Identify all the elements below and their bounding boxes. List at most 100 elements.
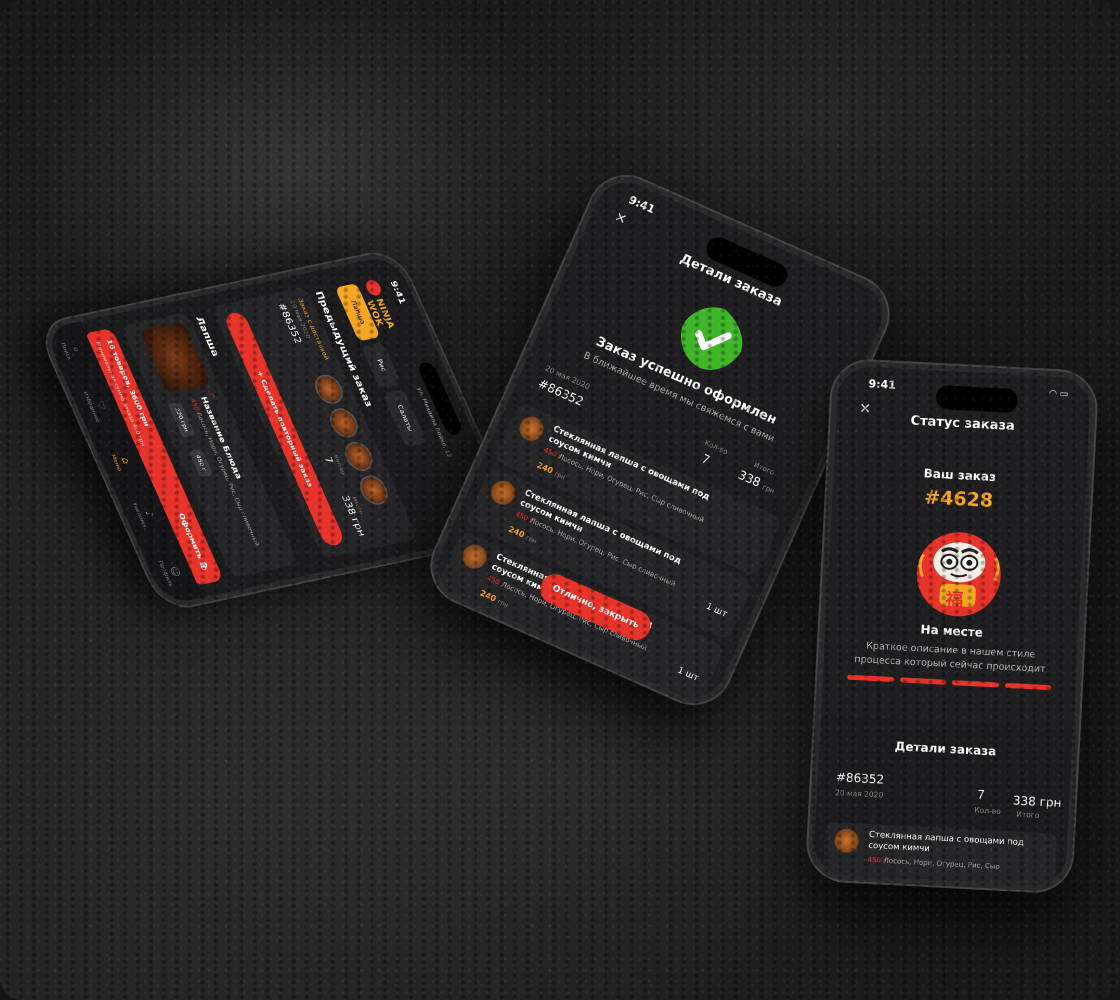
order-date: 20 мая 2020 xyxy=(834,788,884,800)
menu-screen: 9:41 NINJA WOK ул. Михаила Бойко, 12 Лап… xyxy=(42,254,518,606)
progress-bar xyxy=(847,674,1052,691)
order-total: 338 грн xyxy=(339,494,368,538)
wifi-battery-icon: ◠ ▭ xyxy=(1048,388,1069,400)
dish-thumbnail xyxy=(515,412,548,445)
dish-thumbnail xyxy=(340,439,378,474)
success-check-icon xyxy=(680,307,743,370)
item-price: 240 грн xyxy=(535,461,566,482)
progress-step xyxy=(847,674,894,683)
tab-favorites[interactable]: ♡ Избранное xyxy=(81,389,113,424)
dish-card[interactable]: 🌶 Название Блюда 450 г Лосось, Нори, Огу… xyxy=(120,311,299,579)
delivery-address[interactable]: ул. Михаила Бойко, 12 xyxy=(416,387,453,458)
dish-thumbnail xyxy=(834,828,860,854)
dish-image xyxy=(139,321,211,394)
item-name: Стеклянная лапша с овощами под соусом ки… xyxy=(518,488,683,567)
screen-title: Статус заказа xyxy=(910,413,1016,434)
dynamic-island xyxy=(702,233,792,291)
previous-order-card[interactable]: Заказ с доставкой 20 мая 2020 #86352 Кол… xyxy=(210,286,419,559)
dish-portion[interactable]: 450 г xyxy=(188,448,214,478)
contact-message: В ближайшее время мы свяжемся с вами xyxy=(581,350,777,445)
order-total: 338 грн xyxy=(1012,793,1062,810)
dynamic-island xyxy=(416,360,465,437)
item-ingredients: Лосось, Нори, Огурец, Рис, Сыр сливочный xyxy=(500,580,649,653)
item-weight: 450 г xyxy=(513,509,535,526)
order-number: #86352 xyxy=(835,770,885,787)
category-chip-noodles[interactable]: Лапша xyxy=(334,283,381,342)
section-title: Лапша xyxy=(193,315,222,358)
price-currency: грн xyxy=(496,598,510,610)
tab-label: Профиль xyxy=(157,560,175,588)
dish-weight: 450 г xyxy=(189,398,203,416)
tab-search[interactable]: ⌕ Поиск xyxy=(59,339,86,361)
order-item: Стеклянная лапша с овощами под соусом ки… xyxy=(464,465,755,642)
total-label: Итого xyxy=(1016,809,1040,820)
dish-price[interactable]: 220 грн xyxy=(167,401,196,439)
tab-bar: ⌕ Поиск ♡ Избранное ⌂ Меню ♪ Уведомл. ☺ Профи… xyxy=(42,321,204,606)
total-label: Итого xyxy=(752,460,776,477)
close-icon[interactable]: ✕ xyxy=(612,209,629,228)
repeat-order-label: Сделать повторный заказ xyxy=(258,378,314,488)
dish-ingredients: Лосось, Нори, Огурец, Рис, Сыр сливочный xyxy=(195,411,261,547)
order-date: 20 мая 2020 xyxy=(288,299,312,339)
status-description: Краткое описание в нашем стиле процесса … xyxy=(854,640,1046,675)
qty-label: Кол-во xyxy=(332,454,347,475)
tab-label: Уведомл. xyxy=(131,501,149,530)
previous-order-title: Предыдущий заказ xyxy=(313,290,375,408)
category-chip-salads[interactable]: Салаты xyxy=(382,389,428,448)
status-label: На месте xyxy=(920,622,984,640)
status-time: 9:41 xyxy=(626,193,657,217)
your-order-label: Ваш заказ xyxy=(923,466,997,485)
item-weight: 450 г xyxy=(485,573,507,590)
tab-label: Меню xyxy=(109,453,123,472)
min-order-note: Минимальная сумма заказа 400 грн xyxy=(94,341,147,447)
category-chip-rice[interactable]: Рис xyxy=(361,341,402,389)
order-qty: 7 xyxy=(699,451,713,468)
cart-bar[interactable]: 16 товаров, 3600 грн Минимальная сумма з… xyxy=(82,327,224,587)
dish-name: Название Блюда xyxy=(198,395,244,480)
total-label: Итого xyxy=(351,496,365,515)
status-time: 9:41 xyxy=(868,377,897,392)
bell-icon: ♪ xyxy=(142,509,156,519)
tab-label: Поиск xyxy=(59,342,74,361)
tab-notifications[interactable]: ♪ Уведомл. xyxy=(131,499,160,530)
order-item: Стеклянная лапша с овощами под соусом ки… xyxy=(821,821,1058,887)
user-icon: ☺ xyxy=(167,565,183,578)
heart-icon: ♡ xyxy=(94,399,109,411)
daruma-character: 福 xyxy=(944,589,964,612)
close-icon[interactable]: ✕ xyxy=(859,401,872,418)
price-value: 240 xyxy=(535,460,555,476)
item-weight: 450 г xyxy=(542,446,564,462)
total-value: 338 xyxy=(736,467,763,490)
cart-summary: 16 товаров, 3600 грн xyxy=(104,338,151,428)
item-ingredients: Лосось, Нори, Огурец, Рис, Сыр сливочный xyxy=(528,516,677,589)
order-status-screen: 9:41 ◠ ▭ ✕ Статус заказа Ваш заказ #4628… xyxy=(812,365,1092,887)
progress-step xyxy=(899,677,947,685)
repeat-order-button[interactable]: + Сделать повторный заказ xyxy=(222,310,347,548)
app-logo: NINJA WOK xyxy=(362,278,408,350)
success-message: Заказ успешно оформлен xyxy=(593,334,779,428)
item-price: 240 грн xyxy=(507,525,538,546)
order-number: #86352 xyxy=(275,301,305,345)
item-qty: 1 шт xyxy=(675,665,701,684)
tab-label: Избранное xyxy=(81,391,102,424)
status-time: 9:41 xyxy=(388,279,408,305)
sand-background: 9:41 NINJA WOK ул. Михаила Бойко, 12 Лап… xyxy=(0,0,1120,1000)
tab-profile[interactable]: ☺ Профиль xyxy=(157,558,186,588)
daruma-illustration xyxy=(916,532,1001,617)
home-icon: ⌂ xyxy=(119,456,133,465)
phone-menu: 9:41 NINJA WOK ул. Михаила Бойко, 12 Лап… xyxy=(36,248,524,612)
item-ingredients: Лосось, Нори, Огурец, Рис, Сыр xyxy=(883,856,1000,871)
order-dish-thumbnails xyxy=(310,372,393,508)
checkout-button[interactable]: Оформить 🛍 xyxy=(176,513,209,572)
item-name: Стеклянная лапша с овощами под соусом ки… xyxy=(546,424,712,503)
bag-icon: 🛍 xyxy=(197,560,210,572)
item-qty: 1 шт xyxy=(704,601,729,620)
progress-step xyxy=(951,680,999,688)
tab-menu[interactable]: ⌂ Меню xyxy=(110,451,135,471)
order-qty: 7 xyxy=(976,787,986,802)
order-total: 338 грн xyxy=(736,468,778,497)
item-weight: 450 г xyxy=(867,855,888,865)
dish-thumbnail xyxy=(310,372,348,407)
item-name: Стеклянная лапша с овощами под соусом ки… xyxy=(868,829,1025,855)
close-order-button[interactable]: Отлично, закрыть xyxy=(535,569,656,645)
